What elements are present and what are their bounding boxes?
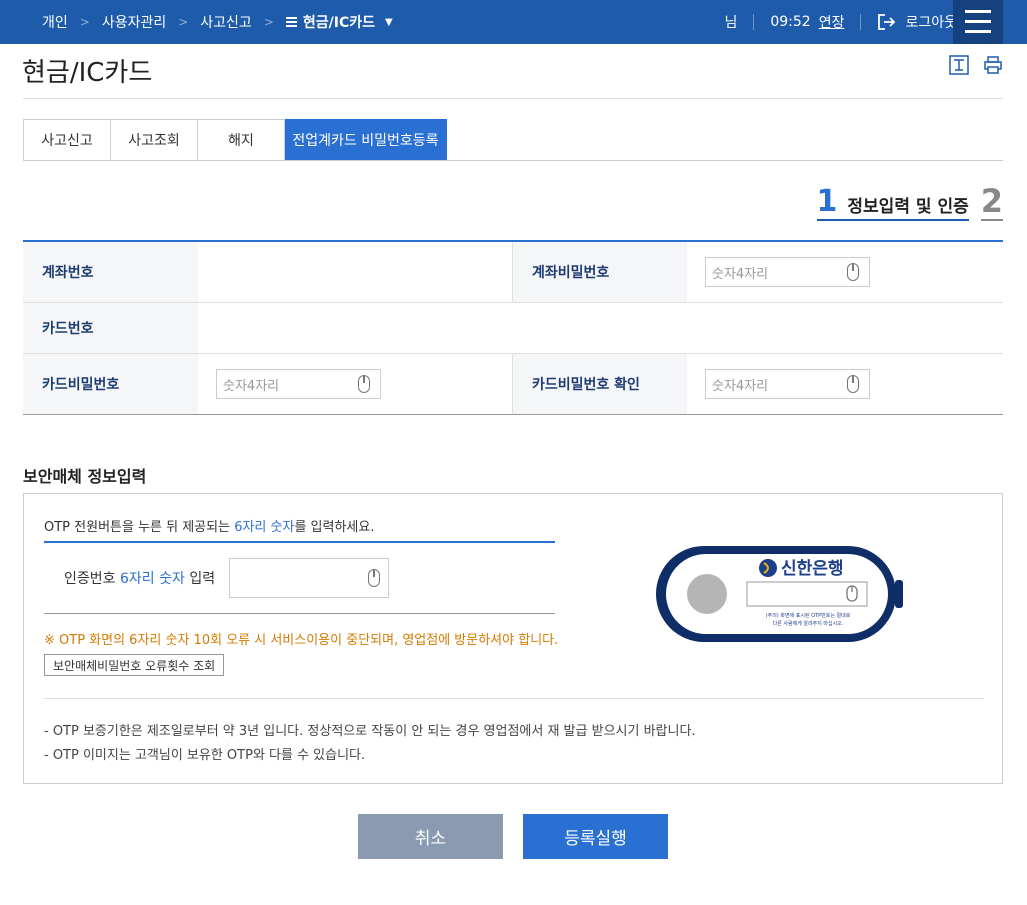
otp-input-label: 인증번호 6자리 숫자 입력 bbox=[64, 571, 216, 587]
card-password-placeholder: 숫자4자리 bbox=[223, 378, 280, 394]
otp-guide-text: OTP 전원버튼을 누른 뒤 제공되는 6자리 숫자를 입력하세요. bbox=[44, 520, 375, 535]
otp-error-count-button[interactable]: 보안매체비밀번호 오류횟수 조회 bbox=[44, 654, 225, 676]
logout-button[interactable]: 로그아웃 bbox=[877, 12, 957, 32]
chevron-right-icon: > bbox=[178, 15, 189, 29]
breadcrumb: 개인 > 사용자관리 > 사고신고 > 현금/IC카드 ▼ bbox=[42, 0, 393, 44]
submit-register-button[interactable]: 등록실행 bbox=[523, 814, 668, 859]
session-timer: 09:52 bbox=[770, 14, 811, 30]
step-current-label: 정보입력 및 인증 bbox=[847, 197, 969, 217]
list-icon bbox=[285, 15, 297, 29]
account-password-input[interactable]: 숫자4자리 bbox=[705, 257, 870, 287]
logout-icon bbox=[878, 14, 896, 30]
card-password-confirm-label: 카드비밀번호 확인 bbox=[512, 354, 687, 414]
session-area: 님 09:52 연장 로그아웃 bbox=[724, 0, 957, 44]
extend-session-link[interactable]: 연장 bbox=[819, 12, 845, 32]
otp-warning-text: ※ OTP 화면의 6자리 숫자 10회 오류 시 서비스이용이 중단되며, 영… bbox=[44, 633, 559, 648]
chevron-right-icon: > bbox=[79, 15, 90, 29]
card-number-value bbox=[198, 303, 1003, 353]
otp-input-row: 인증번호 6자리 숫자 입력 bbox=[64, 558, 390, 598]
breadcrumb-item-accident[interactable]: 사고신고 bbox=[200, 12, 252, 32]
breadcrumb-current-label: 현금/IC카드 bbox=[302, 15, 376, 31]
svg-text:(주의) 화면에 표시된 OTP번호는 절대로: (주의) 화면에 표시된 OTP번호는 절대로 bbox=[766, 612, 851, 619]
page-title: 현금/IC카드 bbox=[22, 58, 153, 88]
mouse-icon[interactable] bbox=[358, 375, 370, 393]
tab-accident-inquiry[interactable]: 사고조회 bbox=[111, 119, 198, 161]
account-password-label: 계좌비밀번호 bbox=[512, 242, 687, 302]
otp-note: - OTP 이미지는 고객님이 보유한 OTP와 다를 수 있습니다. bbox=[44, 748, 366, 763]
step-next-number: 2 bbox=[980, 182, 1003, 221]
tab-bar: 사고신고 사고조회 해지 전업계카드 비밀번호등록 bbox=[23, 119, 447, 161]
otp-device-brand: 신한은행 bbox=[781, 559, 844, 579]
card-password-confirm-placeholder: 숫자4자리 bbox=[712, 378, 769, 394]
otp-section: OTP 전원버튼을 누른 뒤 제공되는 6자리 숫자를 입력하세요. 인증번호 … bbox=[23, 493, 1003, 784]
svg-text:다른 사람에게 알려주지 마십시오.: 다른 사람에게 알려주지 마십시오. bbox=[773, 620, 844, 627]
chevron-right-icon: > bbox=[263, 15, 274, 29]
breadcrumb-item-personal[interactable]: 개인 bbox=[42, 12, 68, 32]
card-password-label: 카드비밀번호 bbox=[23, 354, 198, 414]
account-password-placeholder: 숫자4자리 bbox=[712, 266, 769, 282]
otp-notes: - OTP 보증기한은 제조일로부터 약 3년 입니다. 정상적으로 작동이 안… bbox=[44, 720, 696, 768]
card-number-label: 카드번호 bbox=[23, 303, 198, 353]
card-info-form: 계좌번호 계좌비밀번호 숫자4자리 카드번호 카드비밀번호 숫자4자리 카드비밀… bbox=[23, 240, 1003, 415]
mouse-icon[interactable] bbox=[368, 569, 381, 587]
menu-button[interactable] bbox=[953, 0, 1003, 44]
title-tools bbox=[949, 55, 1003, 75]
account-number-value bbox=[198, 242, 512, 302]
user-name: 님 bbox=[724, 15, 738, 31]
step-current: 1 정보입력 및 인증 bbox=[816, 184, 969, 221]
step-current-number: 1 bbox=[816, 184, 838, 219]
otp-device-image: 신한은행 (주의) 화면에 표시된 OTP번호는 절대로 다른 사람에게 알려주… bbox=[656, 546, 903, 642]
card-password-confirm-input[interactable]: 숫자4자리 bbox=[705, 369, 870, 399]
breadcrumb-current-dropdown[interactable]: 현금/IC카드 ▼ bbox=[285, 12, 393, 32]
print-icon[interactable] bbox=[983, 55, 1003, 75]
top-bar: 개인 > 사용자관리 > 사고신고 > 현금/IC카드 ▼ 님 09:52 연장… bbox=[0, 0, 1027, 44]
otp-code-input[interactable] bbox=[229, 558, 390, 598]
cancel-button[interactable]: 취소 bbox=[358, 814, 503, 859]
step-indicator: 1 정보입력 및 인증 2 bbox=[816, 182, 1003, 221]
tab-card-password-register[interactable]: 전업계카드 비밀번호등록 bbox=[285, 119, 447, 161]
text-size-icon[interactable] bbox=[949, 55, 969, 75]
tab-cancel[interactable]: 해지 bbox=[198, 119, 285, 161]
otp-note: - OTP 보증기한은 제조일로부터 약 3년 입니다. 정상적으로 작동이 안… bbox=[44, 724, 696, 739]
otp-section-heading: 보안매체 정보입력 bbox=[23, 467, 147, 486]
breadcrumb-item-user-mgmt[interactable]: 사용자관리 bbox=[102, 12, 166, 32]
card-password-input[interactable]: 숫자4자리 bbox=[216, 369, 381, 399]
logout-label: 로그아웃 bbox=[905, 15, 957, 31]
mouse-icon[interactable] bbox=[847, 375, 859, 393]
mouse-icon[interactable] bbox=[847, 263, 859, 281]
tab-accident-report[interactable]: 사고신고 bbox=[23, 119, 111, 161]
caret-down-icon: ▼ bbox=[385, 16, 393, 28]
account-number-label: 계좌번호 bbox=[23, 242, 198, 302]
